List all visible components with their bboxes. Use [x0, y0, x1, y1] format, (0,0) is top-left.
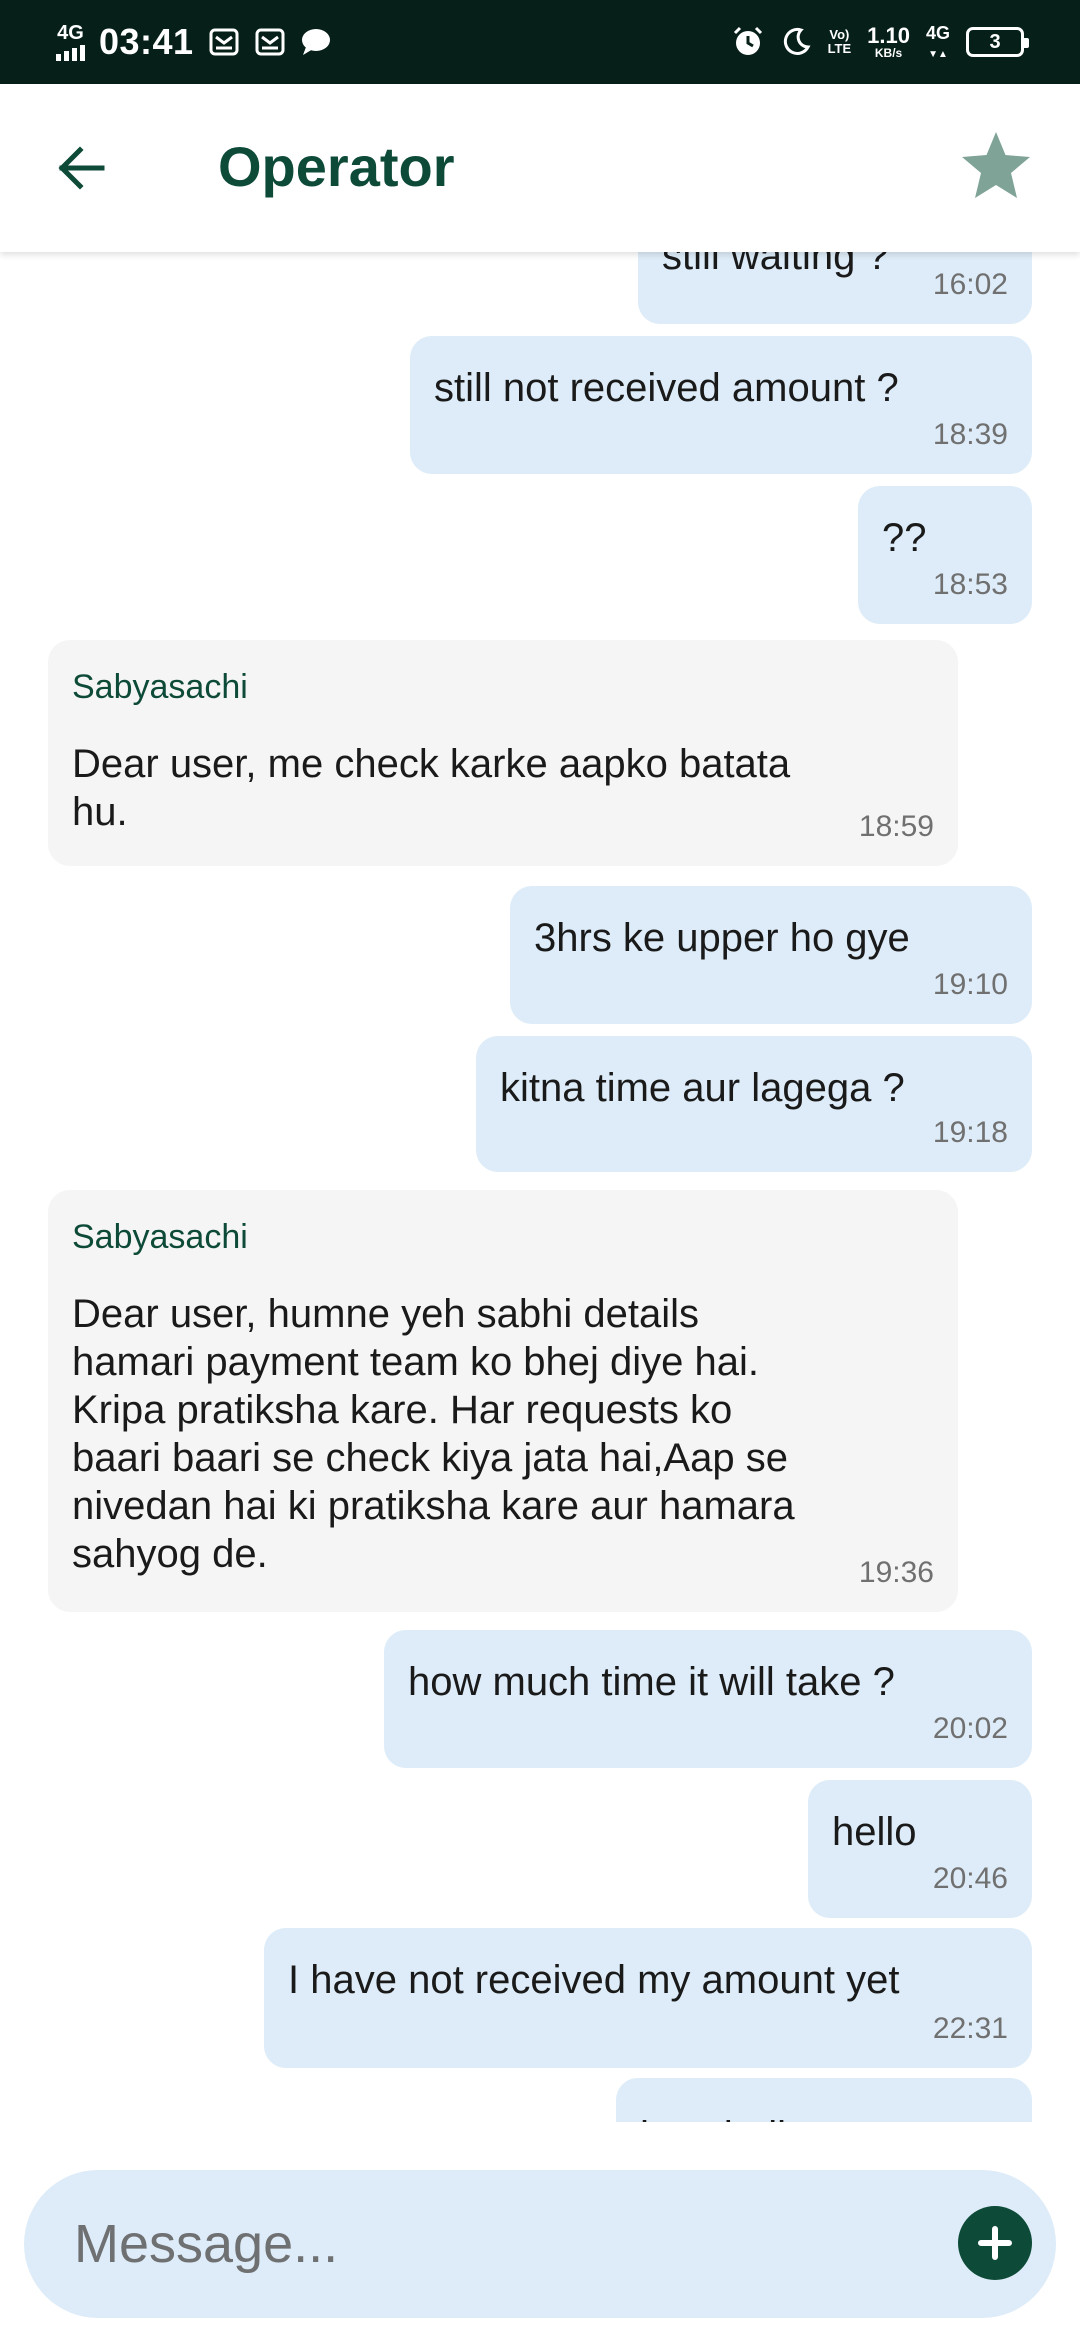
message-outgoing[interactable]: still waiting ? 16:02: [638, 252, 1032, 324]
network-speed: 1.10 KB/s: [867, 23, 910, 60]
plus-icon: [978, 2226, 1012, 2260]
message-text: 3hrs ke upper ho gye: [534, 916, 910, 960]
clock: 03:41: [99, 21, 194, 62]
message-text: Dear user, humne yeh sabhi details hamar…: [72, 1292, 795, 1576]
message-text: hey, hello: [640, 2112, 808, 2122]
alarm-icon: [732, 26, 764, 58]
message-time: 20:46: [932, 1862, 1008, 1895]
message-text: how much time it will take ?: [408, 1660, 895, 1704]
message-time: 20:02: [932, 1712, 1008, 1745]
message-outgoing[interactable]: hey, hello: [616, 2078, 1032, 2122]
message-time: 19:36: [858, 1556, 934, 1589]
app-header: Operator: [0, 84, 1080, 252]
star-icon: [962, 132, 1030, 198]
signal-type-icon: 4G ▼▲: [925, 23, 950, 60]
message-incoming[interactable]: Sabyasachi Dear user, humne yeh sabhi de…: [48, 1190, 958, 1612]
network-type: 4G: [57, 22, 84, 44]
message-outgoing[interactable]: kitna time aur lagega ? 19:18: [476, 1036, 1032, 1172]
message-outgoing[interactable]: hello 20:46: [808, 1780, 1032, 1918]
favorite-button[interactable]: [958, 128, 1034, 204]
message-text: kitna time aur lagega ?: [500, 1066, 905, 1110]
volte-indicator: Vo) LTE: [827, 27, 852, 56]
message-input[interactable]: [72, 2204, 932, 2284]
message-outgoing[interactable]: ?? 18:53: [858, 486, 1032, 624]
message-time: 18:39: [932, 418, 1008, 451]
message-outgoing[interactable]: 3hrs ke upper ho gye 19:10: [510, 886, 1032, 1024]
message-time: 16:02: [932, 268, 1008, 301]
message-text: I have not received my amount yet: [288, 1958, 900, 2002]
attach-button[interactable]: [958, 2206, 1032, 2280]
message-text: still not received amount ?: [434, 366, 899, 410]
message-time: 22:31: [932, 2012, 1008, 2045]
sender-name: Sabyasachi: [72, 1218, 248, 1256]
message-time: 19:10: [932, 968, 1008, 1001]
page-title: Operator: [218, 135, 455, 198]
message-outgoing[interactable]: still not received amount ? 18:39: [410, 336, 1032, 474]
mail-icon: [208, 26, 240, 58]
message-text: hello: [832, 1810, 917, 1854]
message-time: 19:18: [932, 1116, 1008, 1149]
moon-icon: [780, 26, 812, 58]
message-text: still waiting ?: [662, 252, 889, 278]
message-outgoing[interactable]: how much time it will take ? 20:02: [384, 1630, 1032, 1768]
battery-icon: 3: [966, 27, 1029, 57]
back-button[interactable]: [52, 138, 112, 198]
sender-name: Sabyasachi: [72, 668, 248, 706]
message-composer: [24, 2170, 1056, 2318]
status-bar: 4G 03:41 Vo) LTE 1.10 KB/s 4G ▼▲ 3: [0, 0, 1080, 84]
message-incoming[interactable]: Sabyasachi Dear user, me check karke aap…: [48, 640, 958, 866]
message-list[interactable]: still waiting ? 16:02 still not received…: [0, 252, 1080, 2122]
message-text: Dear user, me check karke aapko batata h…: [72, 742, 791, 834]
message-time: 18:59: [858, 810, 934, 843]
mail-icon: [254, 26, 286, 58]
arrow-left-icon: [58, 146, 105, 190]
message-text: ??: [882, 516, 927, 560]
message-time: 18:53: [932, 568, 1008, 601]
network-signal-icon: 4G: [56, 23, 85, 61]
message-outgoing[interactable]: I have not received my amount yet 22:31: [264, 1928, 1032, 2068]
chat-bubble-icon: [300, 26, 332, 58]
